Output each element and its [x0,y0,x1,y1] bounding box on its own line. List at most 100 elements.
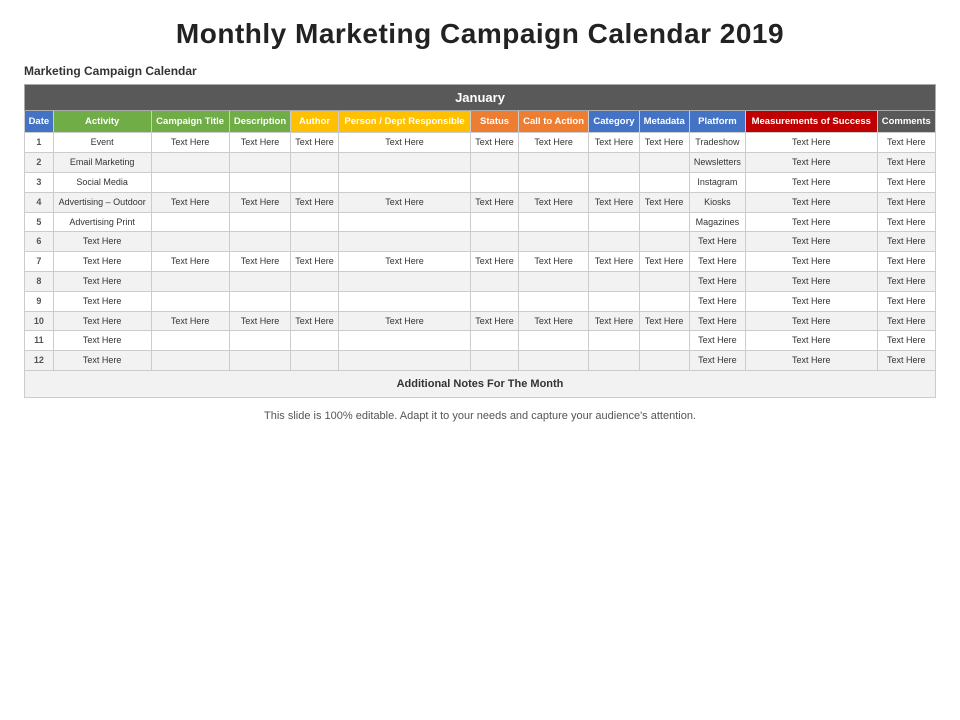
cell-category [589,153,639,173]
cell-category: Text Here [589,252,639,272]
table-row: 1 Event Text Here Text Here Text Here Te… [25,133,936,153]
cell-measurements: Text Here [746,311,878,331]
table-row: 11 Text Here Text Here Text Here Text He… [25,331,936,351]
cell-activity: Event [53,133,151,153]
footer-text: This slide is 100% editable. Adapt it to… [24,410,936,422]
cell-cta [518,172,589,192]
cell-num: 6 [25,232,54,252]
header-platform: Platform [689,111,745,133]
cell-activity: Social Media [53,172,151,192]
cell-metadata: Text Here [639,192,689,212]
cell-activity: Advertising – Outdoor [53,192,151,212]
cell-measurements: Text Here [746,351,878,371]
cell-status: Text Here [471,133,518,153]
header-author: Author [291,111,338,133]
col-header-row: Date Activity Campaign Title Description… [25,111,936,133]
cell-metadata [639,212,689,232]
cell-num: 9 [25,291,54,311]
cell-person [338,291,471,311]
cell-author [291,291,338,311]
cell-measurements: Text Here [746,153,878,173]
header-metadata: Metadata [639,111,689,133]
cell-person [338,232,471,252]
cell-person [338,271,471,291]
cell-metadata [639,331,689,351]
cell-description [229,351,291,371]
cell-platform: Text Here [689,271,745,291]
cell-measurements: Text Here [746,212,878,232]
cell-status [471,172,518,192]
cell-author: Text Here [291,252,338,272]
cell-campaign: Text Here [151,252,229,272]
table-row: 8 Text Here Text Here Text Here Text Her… [25,271,936,291]
cell-activity: Text Here [53,252,151,272]
cell-platform: Magazines [689,212,745,232]
cell-metadata [639,291,689,311]
cell-cta [518,291,589,311]
cell-status: Text Here [471,252,518,272]
cell-description [229,172,291,192]
cell-description: Text Here [229,133,291,153]
cell-measurements: Text Here [746,252,878,272]
cell-person [338,351,471,371]
cell-description [229,153,291,173]
cell-category [589,172,639,192]
cell-measurements: Text Here [746,291,878,311]
cell-status [471,153,518,173]
table-row: 3 Social Media Instagram Text Here Text … [25,172,936,192]
cell-category [589,232,639,252]
cell-activity: Advertising Print [53,212,151,232]
cell-status: Text Here [471,311,518,331]
header-campaign: Campaign Title [151,111,229,133]
table-row: 9 Text Here Text Here Text Here Text Her… [25,291,936,311]
cell-platform: Text Here [689,232,745,252]
table-row: 12 Text Here Text Here Text Here Text He… [25,351,936,371]
cell-num: 1 [25,133,54,153]
cell-comments: Text Here [877,252,935,272]
calendar-table: January Date Activity Campaign Title Des… [24,84,936,398]
cell-author [291,212,338,232]
cell-campaign [151,232,229,252]
cell-metadata [639,232,689,252]
cell-description: Text Here [229,252,291,272]
notes-label: Additional Notes For The Month [25,370,936,397]
cell-campaign [151,291,229,311]
cell-comments: Text Here [877,291,935,311]
cell-cta [518,351,589,371]
cell-comments: Text Here [877,212,935,232]
cell-num: 10 [25,311,54,331]
cell-platform: Tradeshow [689,133,745,153]
cell-comments: Text Here [877,192,935,212]
cell-author [291,232,338,252]
cell-num: 11 [25,331,54,351]
cell-campaign [151,212,229,232]
cell-category [589,212,639,232]
main-title: Monthly Marketing Campaign Calendar 2019 [24,18,936,50]
cell-platform: Text Here [689,252,745,272]
header-measurements: Measurements of Success [746,111,878,133]
cell-num: 5 [25,212,54,232]
cell-measurements: Text Here [746,172,878,192]
cell-cta: Text Here [518,133,589,153]
cell-metadata [639,172,689,192]
cell-num: 3 [25,172,54,192]
cell-num: 2 [25,153,54,173]
cell-status [471,291,518,311]
cell-person [338,212,471,232]
cell-description [229,331,291,351]
cell-description: Text Here [229,311,291,331]
cell-measurements: Text Here [746,192,878,212]
cell-num: 8 [25,271,54,291]
cell-platform: Text Here [689,331,745,351]
cell-person: Text Here [338,252,471,272]
cell-campaign: Text Here [151,192,229,212]
cell-activity: Text Here [53,291,151,311]
cell-category [589,351,639,371]
cell-metadata: Text Here [639,252,689,272]
cell-category [589,271,639,291]
cell-campaign [151,351,229,371]
cell-category: Text Here [589,133,639,153]
cell-category: Text Here [589,311,639,331]
cell-campaign [151,172,229,192]
cell-campaign [151,331,229,351]
